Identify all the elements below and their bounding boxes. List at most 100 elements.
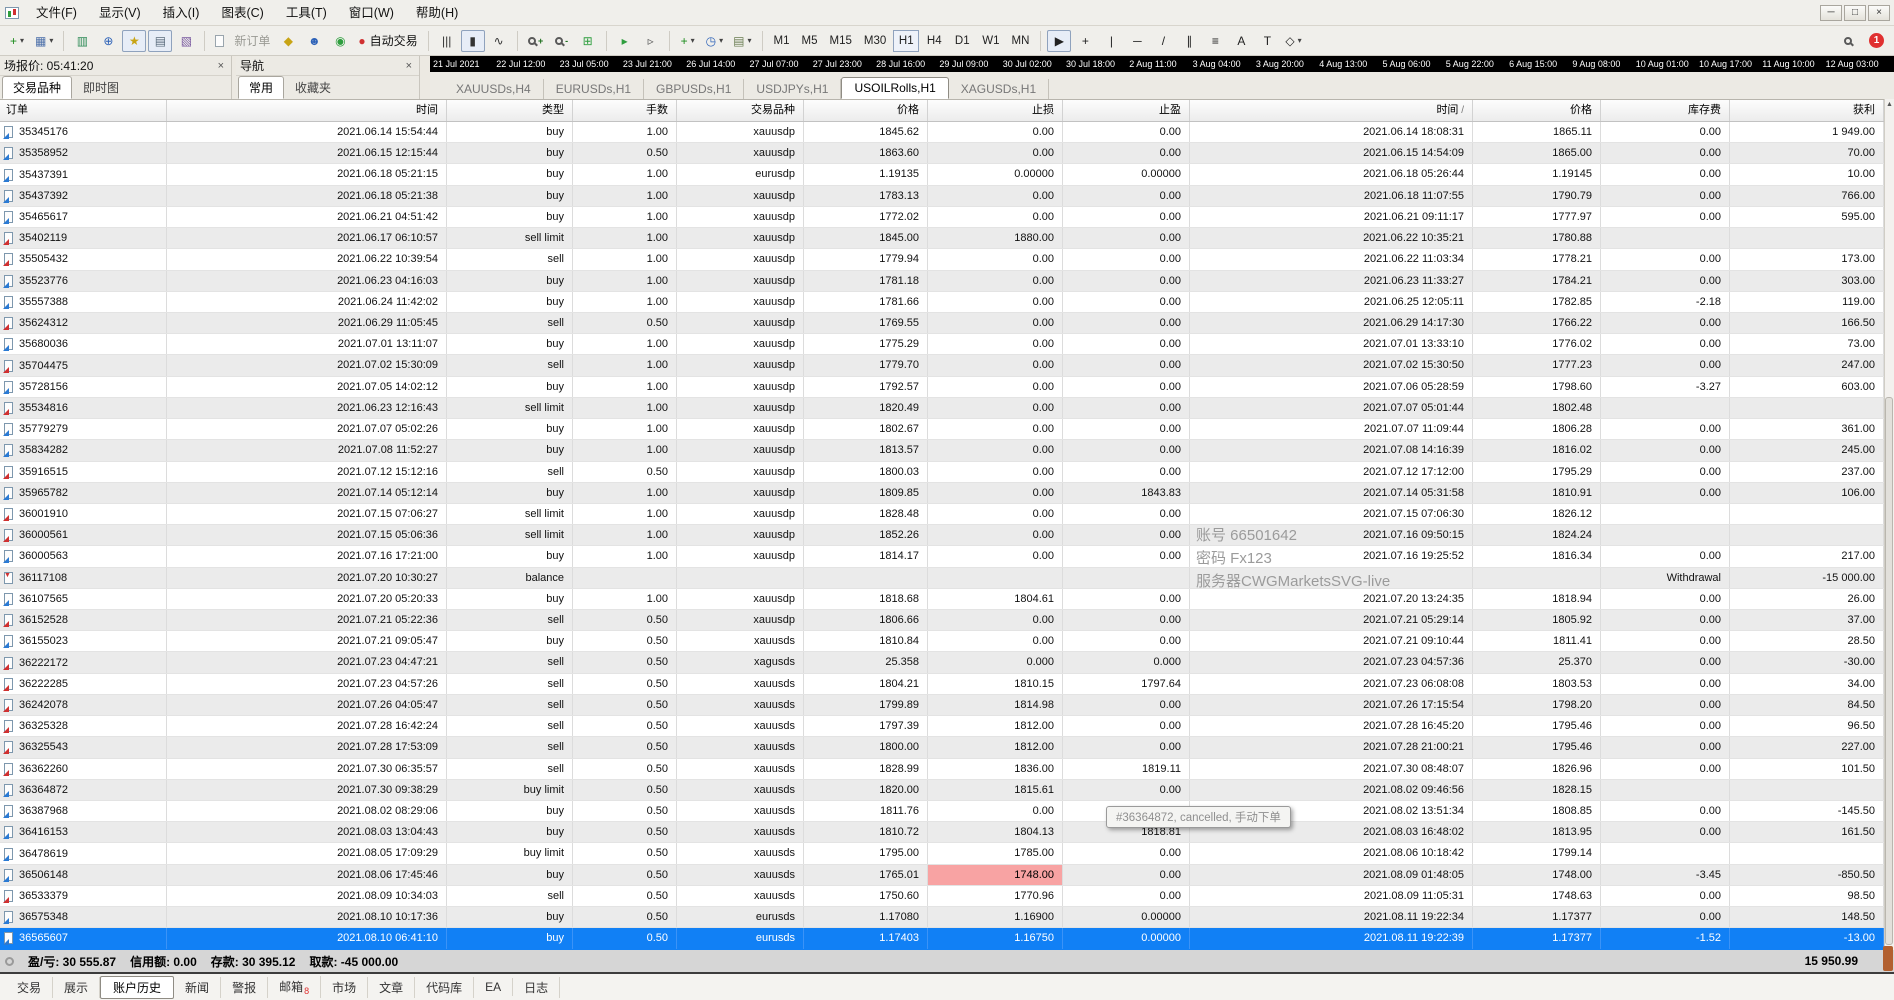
market-watch-close-icon[interactable]: × bbox=[215, 60, 227, 72]
profiles-button[interactable]: ▦ ▾ bbox=[31, 30, 57, 52]
column-header-sl[interactable]: 止损 bbox=[928, 100, 1063, 121]
table-row[interactable]: 36325328 2021.07.28 16:42:24 sell 0.50 xauus… bbox=[0, 716, 1884, 738]
table-row[interactable]: 35728156 2021.07.05 14:02:12 buy 1.00 xauusd… bbox=[0, 376, 1884, 398]
menu-item[interactable]: 显示(V) bbox=[88, 1, 152, 25]
table-row[interactable]: 35965782 2021.07.14 05:12:14 buy 1.00 xauusd… bbox=[0, 482, 1884, 504]
chart-tab[interactable]: GBPUSDs,H1 bbox=[644, 79, 745, 99]
column-header-cprice[interactable]: 价格 bbox=[1473, 100, 1601, 121]
table-row[interactable]: 36222285 2021.07.23 04:57:26 sell 0.50 xauus… bbox=[0, 673, 1884, 695]
vertical-line-button[interactable]: | bbox=[1099, 30, 1123, 52]
table-row[interactable]: 36001910 2021.07.15 07:06:27 sell limit 1.0… bbox=[0, 503, 1884, 526]
table-row[interactable]: 35534816 2021.06.23 12:16:43 sell limit 1.0… bbox=[0, 397, 1884, 420]
table-row[interactable]: 36533379 2021.08.09 10:34:03 sell 0.50 xauus… bbox=[0, 885, 1884, 908]
menu-item[interactable]: 图表(C) bbox=[210, 1, 274, 25]
table-row[interactable]: 35523776 2021.06.23 04:16:03 buy 1.00 xauusd… bbox=[0, 270, 1884, 292]
table-row[interactable]: 35680036 2021.07.01 13:11:07 buy 1.00 xauusd… bbox=[0, 334, 1884, 356]
terminal-tab-交易[interactable]: 交易 bbox=[6, 976, 54, 998]
table-row[interactable]: 35557388 2021.06.24 11:42:02 buy 1.00 xauusd… bbox=[0, 291, 1884, 313]
timeframe-h1[interactable]: H1 bbox=[893, 29, 920, 52]
market-watch-tab[interactable]: 即时图 bbox=[72, 76, 130, 99]
timeframe-m5[interactable]: M5 bbox=[797, 30, 823, 52]
alerts-button[interactable]: ◉ bbox=[328, 30, 352, 52]
table-row[interactable]: 35358952 2021.06.15 12:15:44 buy 0.50 xauusd… bbox=[0, 143, 1884, 165]
text-button[interactable]: A bbox=[1229, 30, 1253, 52]
table-row[interactable]: 35624312 2021.06.29 11:05:45 sell 0.50 xauus… bbox=[0, 312, 1884, 335]
timeframe-w1[interactable]: W1 bbox=[977, 30, 1004, 52]
timeframe-m1[interactable]: M1 bbox=[769, 30, 795, 52]
templates-button[interactable]: ▤ ▾ bbox=[729, 30, 755, 52]
table-row[interactable]: 35505432 2021.06.22 10:39:54 sell 1.00 xauus… bbox=[0, 249, 1884, 271]
table-row[interactable]: 36000563 2021.07.16 17:21:00 buy 1.00 xauusd… bbox=[0, 546, 1884, 568]
table-row[interactable]: 35779279 2021.07.07 05:02:26 buy 1.00 xauusd… bbox=[0, 419, 1884, 441]
table-row[interactable]: 36152528 2021.07.21 05:22:36 sell 0.50 xauus… bbox=[0, 610, 1884, 632]
menu-item[interactable]: 窗口(W) bbox=[338, 1, 405, 25]
tile-windows-button[interactable]: ⊞ bbox=[576, 30, 600, 52]
menu-item[interactable]: 插入(I) bbox=[152, 1, 211, 25]
column-header-profit[interactable]: 获利 bbox=[1730, 100, 1884, 121]
table-row[interactable]: 36362260 2021.07.30 06:35:57 sell 0.50 xauus… bbox=[0, 758, 1884, 780]
terminal-tab-市场[interactable]: 市场 bbox=[321, 976, 369, 998]
community-button[interactable]: ☻ bbox=[302, 30, 326, 52]
table-row[interactable]: 36222172 2021.07.23 04:47:21 sell 0.50 xagus… bbox=[0, 652, 1884, 674]
terminal-tab-邮箱[interactable]: 邮箱8 bbox=[268, 975, 322, 999]
metaeditor-button[interactable]: ◆ bbox=[276, 30, 300, 52]
navigator-close-icon[interactable]: × bbox=[403, 60, 415, 72]
navigator-tab[interactable]: 常用 bbox=[238, 76, 285, 99]
terminal-tab-新闻[interactable]: 新闻 bbox=[174, 976, 222, 998]
fibonacci-button[interactable]: ≡ bbox=[1203, 30, 1227, 52]
table-row[interactable]: 36575348 2021.08.10 10:17:36 buy 0.50 eurusd… bbox=[0, 907, 1884, 929]
table-row[interactable]: 36242078 2021.07.26 04:05:47 sell 0.50 xauus… bbox=[0, 694, 1884, 717]
terminal-toggle-button[interactable]: ▤ bbox=[148, 29, 173, 52]
timeframe-h4[interactable]: H4 bbox=[921, 30, 947, 52]
scrollbar-thumb[interactable] bbox=[1885, 397, 1893, 945]
timeframe-mn[interactable]: MN bbox=[1007, 30, 1035, 52]
column-header-ctime[interactable]: 时间 / bbox=[1190, 100, 1473, 121]
new-order-button[interactable]: 新订单 bbox=[211, 30, 274, 52]
column-header-swap[interactable]: 库存费 bbox=[1601, 100, 1730, 121]
column-header-lots[interactable]: 手数 bbox=[573, 100, 677, 121]
terminal-tab-账户历史[interactable]: 账户历史 bbox=[100, 975, 175, 999]
scroll-up-icon[interactable]: ▲ bbox=[1885, 101, 1894, 108]
terminal-tab-展示[interactable]: 展示 bbox=[53, 976, 101, 998]
maximize-button[interactable]: □ bbox=[1844, 4, 1866, 21]
scroll-grip[interactable] bbox=[1883, 946, 1893, 971]
timeframe-m30[interactable]: M30 bbox=[859, 30, 891, 52]
text-label-button[interactable]: T bbox=[1255, 30, 1279, 52]
market-watch-tab[interactable]: 交易品种 bbox=[2, 76, 73, 99]
menu-item[interactable]: 文件(F) bbox=[25, 1, 88, 25]
table-row[interactable]: 35345176 2021.06.14 15:54:44 buy 1.00 xauusd… bbox=[0, 122, 1884, 144]
close-button[interactable]: × bbox=[1868, 4, 1890, 21]
data-window-toggle-button[interactable]: ⊕ bbox=[96, 30, 120, 52]
new-chart-button[interactable]: + ▾ bbox=[5, 30, 29, 52]
table-row[interactable]: 36107565 2021.07.20 05:20:33 buy 1.00 xauusd… bbox=[0, 588, 1884, 611]
candlestick-chart-button[interactable]: ▮ bbox=[460, 29, 485, 52]
line-chart-button[interactable]: ∿ bbox=[487, 30, 511, 52]
menu-item[interactable]: 帮助(H) bbox=[405, 1, 469, 25]
table-row[interactable]: 36325543 2021.07.28 17:53:09 sell 0.50 xauus… bbox=[0, 737, 1884, 759]
table-row[interactable]: 36000561 2021.07.15 05:06:36 sell limit 1.0… bbox=[0, 525, 1884, 547]
bar-chart-button[interactable]: ||| bbox=[435, 30, 459, 52]
navigator-tab[interactable]: 收藏夹 bbox=[284, 76, 342, 99]
trendline-button[interactable]: / bbox=[1151, 30, 1175, 52]
zoom-in-button[interactable]: + bbox=[524, 30, 548, 52]
timeframe-d1[interactable]: D1 bbox=[949, 30, 975, 52]
chart-shift-button[interactable]: ▹ bbox=[639, 30, 663, 52]
crosshair-button[interactable]: + bbox=[1073, 30, 1097, 52]
terminal-tab-文章[interactable]: 文章 bbox=[368, 976, 416, 998]
horizontal-line-button[interactable]: ─ bbox=[1125, 30, 1149, 52]
table-row[interactable]: 35402119 2021.06.17 06:10:57 sell limit 1.0… bbox=[0, 228, 1884, 250]
column-header-type[interactable]: 类型 bbox=[447, 100, 573, 121]
search-button[interactable] bbox=[1836, 30, 1860, 52]
column-header-symbol[interactable]: 交易品种 bbox=[677, 100, 804, 121]
periods-button[interactable]: ◷ ▾ bbox=[702, 30, 728, 52]
autotrading-button[interactable]: ● 自动交易 bbox=[354, 30, 421, 52]
terminal-tab-EA[interactable]: EA bbox=[474, 978, 514, 996]
chart-tab[interactable]: USOILRolls,H1 bbox=[841, 77, 949, 99]
table-row[interactable]: 35437392 2021.06.18 05:21:38 buy 1.00 xauusd… bbox=[0, 185, 1884, 207]
table-row[interactable]: 36506148 2021.08.06 17:45:46 buy 0.50 xauusd… bbox=[0, 864, 1884, 886]
table-row[interactable]: 35834282 2021.07.08 11:52:27 buy 1.00 xauusd… bbox=[0, 440, 1884, 462]
column-header-tp[interactable]: 止盈 bbox=[1063, 100, 1190, 121]
equidistant-channel-button[interactable]: ∥ bbox=[1177, 30, 1201, 52]
table-row[interactable]: 36364872 2021.07.30 09:38:29 buy limit 0.50… bbox=[0, 779, 1884, 801]
notification-badge[interactable]: 1 bbox=[1869, 33, 1884, 48]
